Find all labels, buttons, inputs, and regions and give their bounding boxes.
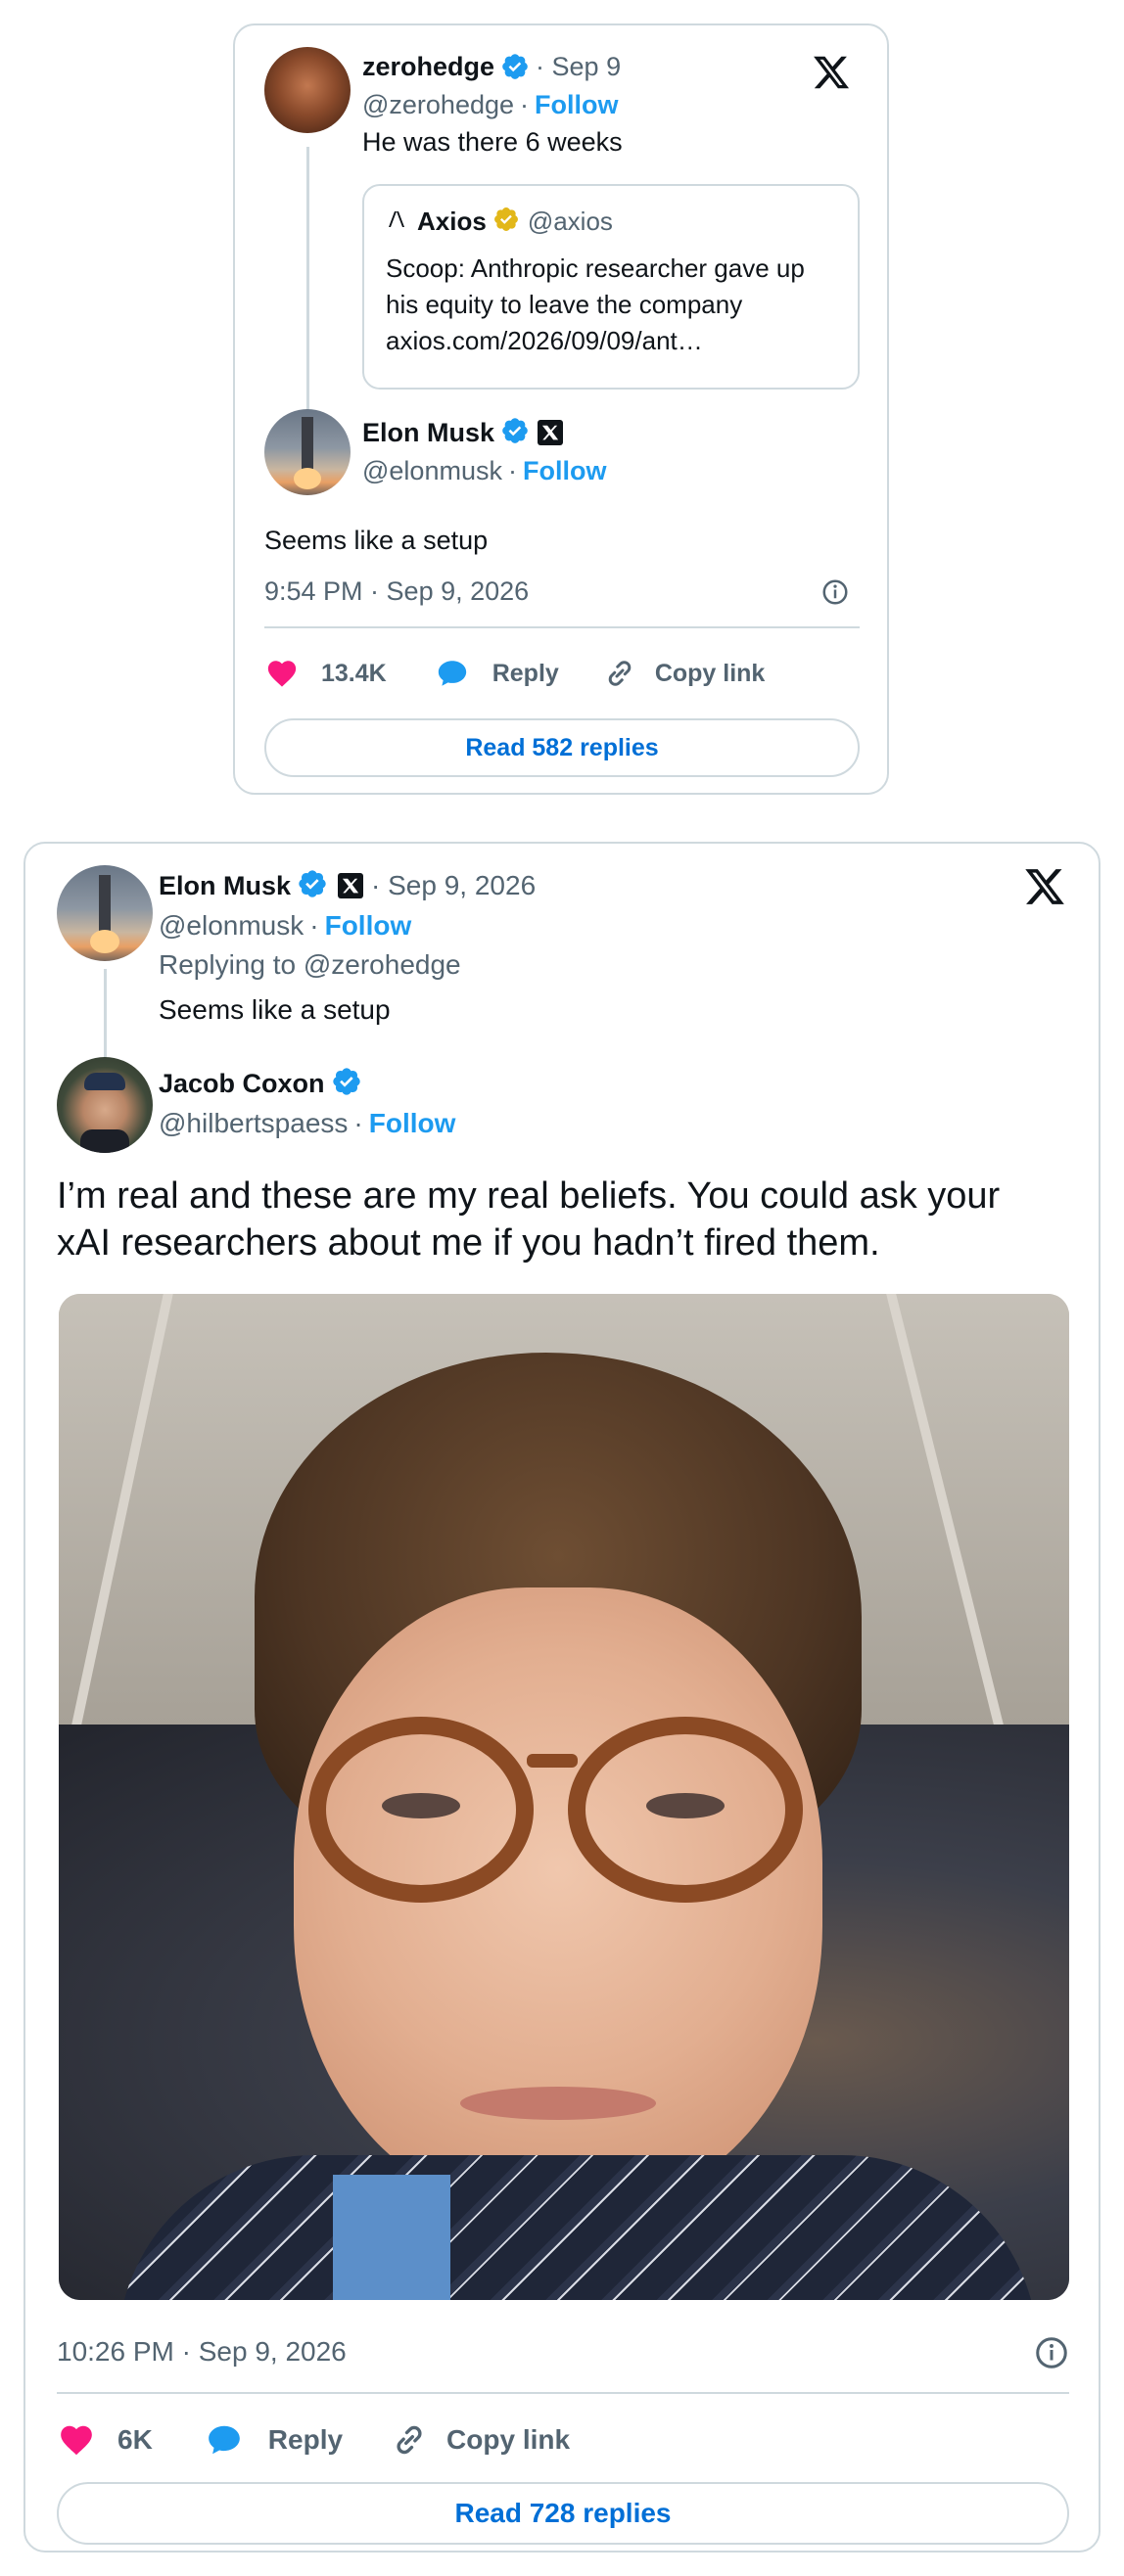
speech-bubble-icon [208, 2425, 240, 2455]
heart-icon [61, 2425, 92, 2456]
reply-button[interactable]: Reply [204, 2421, 343, 2459]
reply-label: Reply [267, 2424, 344, 2455]
tweet-card-1: zerohedge · Sep 9 @zerohedge · Follow He… [233, 23, 889, 795]
copy-link-button[interactable]: Copy link [602, 656, 766, 691]
info-icon[interactable] [1034, 2335, 1069, 2375]
x-affiliate-badge-icon [538, 420, 564, 445]
separator-dot: · [520, 89, 530, 119]
tweet-text: Seems like a setup [264, 525, 489, 555]
quote-author-name: Axios [417, 206, 487, 236]
tweet-text-line: xAI researchers about me if you hadn’t f… [57, 1222, 880, 1264]
speech-bubble-icon [438, 661, 466, 686]
hilbertspaess-avatar[interactable] [57, 1057, 153, 1153]
tweet-text-line: I’m real and these are my real beliefs. … [57, 1175, 1001, 1217]
separator-dot: · [507, 455, 517, 485]
follow-button[interactable]: Follow [535, 90, 618, 120]
author-handle[interactable]: @elonmusk [362, 456, 502, 486]
elonmusk-avatar[interactable] [264, 409, 351, 495]
zerohedge-avatar[interactable] [264, 47, 351, 133]
tweet-date[interactable]: · Sep 9 [536, 52, 621, 82]
verified-badge-icon [297, 868, 328, 904]
tweet-timestamp[interactable]: 9:54 PM · Sep 9, 2026 [264, 576, 529, 607]
copy-link-button[interactable]: Copy link [390, 2420, 570, 2460]
follow-button[interactable]: Follow [325, 910, 412, 942]
follow-button[interactable]: Follow [369, 1108, 456, 1139]
x-logo-icon[interactable] [1022, 865, 1067, 913]
axios-logo-icon [386, 208, 407, 235]
x-logo-icon[interactable] [811, 53, 852, 97]
copy-link-label: Copy link [446, 2424, 571, 2455]
heart-icon [267, 661, 297, 687]
quote-author-handle: @axios [527, 206, 613, 236]
author-handle[interactable]: @zerohedge [362, 90, 514, 120]
verified-badge-icon [331, 1066, 362, 1102]
author-name[interactable]: zerohedge [362, 52, 494, 82]
quote-text-line: his equity to leave the company [386, 290, 743, 319]
like-button[interactable]: 13.4K [264, 657, 387, 690]
tweet-timestamp[interactable]: 10:26 PM · Sep 9, 2026 [57, 2336, 347, 2368]
gold-verified-badge-icon [492, 206, 520, 238]
tweet-photo[interactable] [59, 1294, 1069, 2300]
verified-badge-icon [500, 52, 530, 81]
follow-button[interactable]: Follow [523, 456, 606, 486]
author-name[interactable]: Elon Musk [159, 871, 291, 901]
info-icon[interactable] [820, 577, 850, 612]
separator-dot: · [309, 910, 319, 941]
reply-button[interactable]: Reply [434, 657, 559, 690]
author-handle[interactable]: @elonmusk [159, 910, 304, 942]
copy-link-label: Copy link [654, 659, 766, 687]
tweet-date[interactable]: · Sep 9, 2026 [371, 870, 536, 901]
verified-badge-icon [500, 416, 530, 450]
link-icon [397, 2425, 422, 2455]
read-replies-button[interactable]: Read 728 replies [57, 2482, 1069, 2545]
link-icon [608, 661, 632, 686]
divider [57, 2392, 1069, 2394]
tweet-card-2: Elon Musk · Sep 9, 2026 @elonmusk · Foll… [23, 842, 1101, 2553]
like-button[interactable]: 6K [57, 2421, 153, 2459]
author-name[interactable]: Elon Musk [362, 418, 494, 448]
x-affiliate-badge-icon [338, 873, 364, 898]
author-name[interactable]: Jacob Coxon [159, 1069, 325, 1099]
tweet-text: Seems like a setup [159, 994, 391, 1025]
elonmusk-avatar[interactable] [57, 865, 153, 961]
like-count: 13.4K [321, 659, 387, 687]
quote-text-line: Scoop: Anthropic researcher gave up [386, 253, 805, 283]
author-handle[interactable]: @hilbertspaess [159, 1108, 348, 1139]
thread-line [306, 147, 309, 427]
tweet-text: He was there 6 weeks [362, 126, 623, 157]
replying-to[interactable]: Replying to @zerohedge [159, 949, 461, 981]
read-replies-button[interactable]: Read 582 replies [264, 718, 860, 777]
separator-dot: · [353, 1108, 363, 1138]
divider [264, 626, 860, 628]
quoted-tweet[interactable]: Axios @axios Scoop: Anthropic researcher… [362, 184, 860, 390]
like-count: 6K [117, 2424, 153, 2455]
reply-label: Reply [492, 659, 559, 687]
quote-link[interactable]: axios.com/2026/09/09/ant… [386, 323, 805, 359]
